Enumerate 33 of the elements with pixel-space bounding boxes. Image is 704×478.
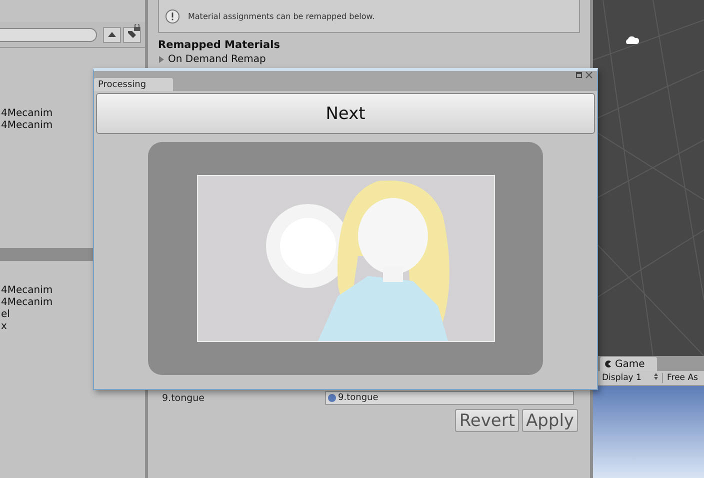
maximize-icon[interactable]: [576, 72, 582, 78]
lock-icon[interactable]: [133, 24, 141, 31]
material-name: 9.tongue: [161, 392, 206, 404]
display-dropdown[interactable]: Display 1: [600, 373, 663, 383]
search-field[interactable]: [0, 28, 97, 42]
asset-name[interactable]: el: [1, 309, 10, 321]
label-button[interactable]: [123, 26, 141, 42]
asset-name[interactable]: 4Mecanim: [1, 285, 53, 297]
foldout-arrow-icon[interactable]: [158, 56, 165, 63]
section-title: Remapped Materials: [158, 39, 280, 51]
window-tab[interactable]: Processing: [94, 78, 173, 91]
revert-button[interactable]: Revert: [455, 409, 519, 432]
tag-icon: [127, 30, 137, 39]
foldout-label[interactable]: On Demand Remap: [168, 54, 266, 65]
aspect-dropdown[interactable]: Free As: [663, 373, 698, 383]
asset-name[interactable]: x: [1, 321, 7, 333]
apply-button[interactable]: Apply: [522, 409, 578, 432]
pacman-icon: [604, 360, 612, 368]
material-field[interactable]: 9.tongue: [325, 391, 574, 405]
updown-arrow-icon: [654, 373, 658, 380]
sphere-icon: [328, 394, 336, 402]
asset-name[interactable]: 4Mecanim: [1, 108, 53, 120]
help-message: Material assignments can be remapped below.: [188, 12, 375, 20]
scene-grid-drawing[interactable]: [593, 0, 704, 356]
triangle-icon: [107, 30, 117, 38]
filter-button[interactable]: [103, 26, 121, 42]
asset-name[interactable]: 4Mecanim: [1, 120, 53, 132]
close-icon[interactable]: [585, 71, 593, 79]
next-button[interactable]: Next: [96, 93, 595, 134]
warning-icon: [165, 8, 180, 24]
game-tab[interactable]: Game: [600, 357, 657, 371]
asset-name[interactable]: 4Mecanim: [1, 297, 53, 309]
cloud-icon: [625, 35, 639, 45]
